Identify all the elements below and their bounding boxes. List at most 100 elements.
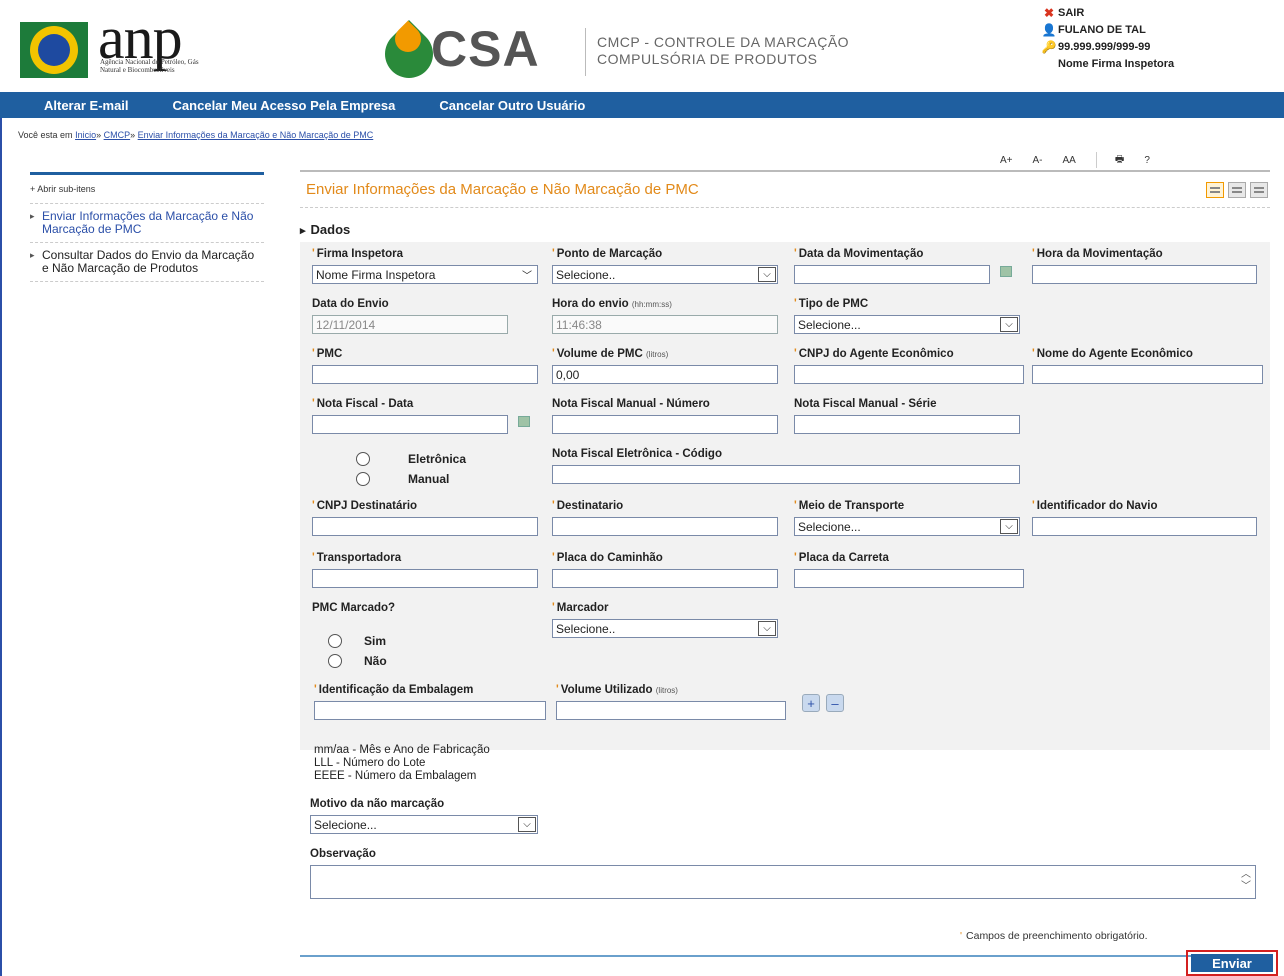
field-placa-carreta: ' Placa da Carreta	[794, 552, 1024, 588]
font-reset-button[interactable]: AA	[1063, 155, 1076, 166]
observacao-textarea[interactable]: ︿ ﹀	[310, 865, 1256, 899]
anp-logo[interactable]: anp Agência Nacional do Petróleo, Gás Na…	[20, 5, 235, 78]
nome-agente-input[interactable]	[1032, 365, 1263, 384]
section-heading: Dados	[300, 222, 351, 237]
sidebar-item-consultar[interactable]: Consultar Dados do Envio da Marcação e N…	[30, 243, 264, 282]
nav-cancel-other-user[interactable]: Cancelar Outro Usuário	[439, 98, 585, 113]
remove-button[interactable]: –	[826, 694, 844, 712]
label-volume-pmc: ' Volume de PMC (litros)	[552, 348, 669, 360]
legend-line: LLL - Número do Lote	[314, 757, 426, 769]
nav-change-email[interactable]: Alterar E-mail	[44, 98, 129, 113]
label-firma: ' Firma Inspetora	[312, 248, 404, 260]
radio-nao-dot[interactable]	[328, 654, 342, 668]
label-hora-envio: Hora do envio (hh:mm:ss)	[552, 298, 672, 310]
csa-desc-line1: CMCP - CONTROLE DA MARCAÇÃO	[597, 34, 850, 50]
calendar-icon[interactable]	[518, 416, 530, 427]
radio-sim-dot[interactable]	[328, 634, 342, 648]
breadcrumb-current[interactable]: Enviar Informações da Marcação e Não Mar…	[138, 130, 374, 140]
legend-line: EEEE - Número da Embalagem	[314, 770, 477, 782]
chevron-down-icon: ﹀	[518, 267, 536, 282]
radio-eletronica-dot[interactable]	[356, 452, 370, 466]
radio-nao[interactable]: Não	[328, 654, 387, 668]
field-meio-transp: ' Meio de Transporte Selecione... ⌵	[794, 500, 1020, 536]
label-cnpj-agente: ' CNPJ do Agente Econômico	[794, 348, 954, 360]
field-hora-mov: ' Hora da Movimentação	[1032, 248, 1257, 284]
radio-sim[interactable]: Sim	[328, 634, 386, 648]
hora-envio-input: 11:46:38	[552, 315, 778, 334]
calendar-icon[interactable]	[1000, 266, 1012, 277]
csa-divider	[585, 28, 586, 76]
ponto-select[interactable]: Selecione.. ⌵	[552, 265, 778, 284]
radio-manual-dot[interactable]	[356, 472, 370, 486]
cnpj-agente-input[interactable]	[794, 365, 1024, 384]
help-button[interactable]: ?	[1144, 155, 1150, 166]
csa-logo[interactable]: CSA CMCP - CONTROLE DA MARCAÇÃO COMPULSÓ…	[375, 20, 905, 88]
data-mov-input[interactable]	[794, 265, 990, 284]
radio-manual[interactable]: Manual	[356, 472, 449, 486]
ponto-value: Selecione..	[556, 267, 616, 282]
volume-pmc-input[interactable]: 0,00	[552, 365, 778, 384]
breadcrumb-cmcp[interactable]: CMCP	[104, 130, 131, 140]
print-icon[interactable]: 🖶	[1115, 152, 1124, 169]
volume-utilizado-input[interactable]	[556, 701, 786, 720]
field-cnpj-agente: ' CNPJ do Agente Econômico	[794, 348, 1024, 384]
sidebar-item-enviar[interactable]: Enviar Informações da Marcação e Não Mar…	[30, 204, 264, 243]
cnpj-dest-input[interactable]	[312, 517, 538, 536]
nf-manual-num-input[interactable]	[552, 415, 778, 434]
field-cnpj-dest: ' CNPJ Destinatário	[312, 500, 538, 536]
view-grid-icon[interactable]	[1250, 182, 1268, 198]
radio-eletronica[interactable]: Eletrônica	[356, 452, 466, 466]
field-nf-manual-serie: Nota Fiscal Manual - Série	[794, 398, 1020, 434]
id-navio-input[interactable]	[1032, 517, 1257, 536]
field-volume-utilizado: ' Volume Utilizado (litros)	[556, 684, 786, 720]
pmc-input[interactable]	[312, 365, 538, 384]
field-nf-eletronica: Nota Fiscal Eletrônica - Código	[552, 448, 1020, 484]
placa-caminhao-input[interactable]	[552, 569, 778, 588]
nf-data-input[interactable]	[312, 415, 508, 434]
marcador-select[interactable]: Selecione.. ⌵	[552, 619, 778, 638]
blank-panel	[636, 784, 766, 812]
tipo-pmc-select[interactable]: Selecione... ⌵	[794, 315, 1020, 334]
sidebar-expand-toggle[interactable]: + Abrir sub-itens	[30, 175, 264, 204]
marcador-value: Selecione..	[556, 621, 616, 636]
firma-value: Nome Firma Inspetora	[316, 267, 436, 282]
logout-label: SAIR	[1058, 6, 1085, 19]
field-tipo-pmc: ' Tipo de PMC Selecione... ⌵	[794, 298, 1020, 334]
transportadora-input[interactable]	[312, 569, 538, 588]
meio-transp-select[interactable]: Selecione... ⌵	[794, 517, 1020, 536]
user-name: FULANO DE TAL	[1058, 23, 1146, 36]
label-placa-caminhao: ' Placa do Caminhão	[552, 552, 663, 564]
id-embalagem-input[interactable]	[314, 701, 546, 720]
nf-manual-serie-input[interactable]	[794, 415, 1020, 434]
add-button[interactable]: +	[802, 694, 820, 712]
close-icon: ✖	[1043, 5, 1055, 20]
submit-button[interactable]: Enviar	[1191, 954, 1273, 972]
hora-mov-input[interactable]	[1032, 265, 1257, 284]
top-nav: Alterar E-mail Cancelar Meu Acesso Pela …	[0, 92, 1284, 118]
spinner-icon[interactable]: ︿ ﹀	[1241, 869, 1251, 893]
view-columns-icon[interactable]	[1228, 182, 1246, 198]
font-increase-button[interactable]: A+	[1000, 155, 1013, 166]
field-data-mov: ' Data da Movimentação	[794, 248, 990, 284]
placa-carreta-input[interactable]	[794, 569, 1024, 588]
label-pmc: ' PMC	[312, 348, 343, 360]
toolbar-divider	[1095, 152, 1097, 168]
label-nf-manual-num: Nota Fiscal Manual - Número	[552, 398, 710, 410]
nf-eletronica-input[interactable]	[552, 465, 1020, 484]
firma-select[interactable]: Nome Firma Inspetora ﹀	[312, 265, 538, 284]
view-switcher	[1202, 182, 1268, 198]
logout-link[interactable]: ✖ SAIR	[1040, 4, 1280, 21]
view-list-icon[interactable]	[1206, 182, 1224, 198]
destinatario-input[interactable]	[552, 517, 778, 536]
field-ponto: ' Ponto de Marcação Selecione.. ⌵	[552, 248, 778, 284]
csa-description: CMCP - CONTROLE DA MARCAÇÃO COMPULSÓRIA …	[597, 34, 849, 68]
motivo-select[interactable]: Selecione... ⌵	[310, 815, 538, 834]
font-decrease-button[interactable]: A-	[1033, 155, 1043, 166]
sidebar: + Abrir sub-itens Enviar Informações da …	[30, 172, 264, 282]
nav-cancel-my-access[interactable]: Cancelar Meu Acesso Pela Empresa	[173, 98, 396, 113]
breadcrumb-inicio[interactable]: Inicio	[75, 130, 96, 140]
field-nf-data: ' Nota Fiscal - Data	[312, 398, 508, 434]
label-nf-eletronica: Nota Fiscal Eletrônica - Código	[552, 448, 722, 460]
data-envio-input: 12/11/2014	[312, 315, 508, 334]
label-tipo-pmc: ' Tipo de PMC	[794, 298, 869, 310]
